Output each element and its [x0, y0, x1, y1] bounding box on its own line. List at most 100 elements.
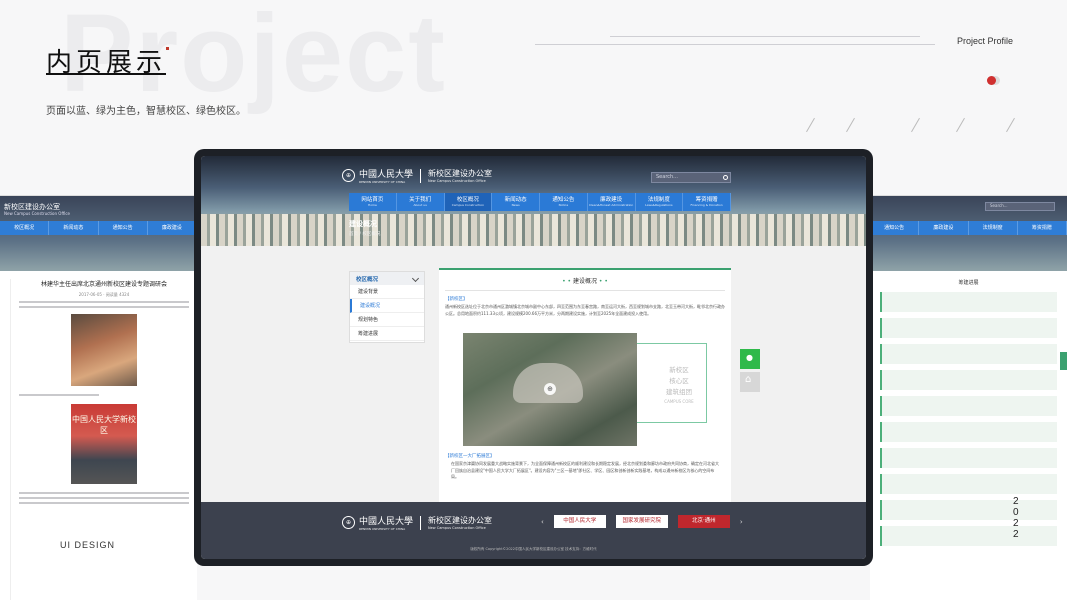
toggle-switch[interactable] [987, 76, 1000, 85]
right-preview-header: Search... 通知公告 廉政建设 法规制度 筹资捐赠 [870, 196, 1067, 271]
caption-line: 核心区 [669, 377, 689, 385]
progress-item[interactable] [880, 318, 1057, 338]
search-placeholder: Search... [990, 203, 1008, 208]
text-line [19, 497, 189, 499]
right-search-input[interactable]: Search... [985, 202, 1055, 211]
left-nav-item[interactable]: 通知公告 [99, 221, 148, 235]
article-photo: 中国人民大学新校区 [71, 404, 137, 484]
nav-label: 新闻动态 [504, 197, 527, 203]
side-menu-item[interactable]: 规划特色 [350, 313, 424, 327]
nav-item-news[interactable]: 新闻动态 News [492, 193, 540, 211]
deco-slash [846, 117, 855, 133]
nav-item-integrity[interactable]: 廉政建设 Clean&Honest Administration [588, 193, 636, 211]
title-underline [46, 73, 166, 75]
nav-item-notice[interactable]: 通知公告 Notice [540, 193, 588, 211]
left-nav-item[interactable]: 廉政建设 [148, 221, 197, 235]
nav-label-en: Home [367, 203, 377, 207]
deco-line [535, 44, 935, 45]
text-line [19, 394, 99, 396]
content-title-text: 建设概况 [572, 278, 597, 285]
university-name-en: RENMIN UNIVERSITY OF CHINA [359, 180, 406, 184]
deco-slash [956, 117, 965, 133]
title-accent-dot [166, 47, 169, 50]
chevron-right-icon[interactable]: › [740, 518, 743, 526]
search-input[interactable]: Search... [651, 172, 731, 183]
nav-item-campus[interactable]: 校区概况 Campus Construction [444, 193, 493, 211]
nav-label: 校区概况 [456, 197, 479, 203]
progress-item[interactable] [880, 396, 1057, 416]
friend-link[interactable]: 北京·通州 [677, 515, 730, 528]
progress-item[interactable] [880, 500, 1057, 520]
nav-label-en: Campus Construction [451, 203, 485, 207]
progress-item[interactable] [880, 422, 1057, 442]
content-panel: • • 建设概况 • • 【新校区】 通州新校区选址位于北京市通州区潞城镇北京城… [439, 268, 731, 508]
caption-en: CAMPUS CORE [664, 399, 694, 404]
text-line [19, 301, 189, 303]
search-icon[interactable] [723, 175, 728, 180]
nav-label: 通知公告 [552, 197, 575, 203]
footer-logo[interactable]: ⊕ 中國人民大學 RENMIN UNIVERSITY OF CHINA 新校区建… [342, 514, 492, 531]
progress-item[interactable] [880, 292, 1057, 312]
progress-item[interactable] [880, 448, 1057, 468]
friend-link[interactable]: 国家发展研究院 [615, 515, 668, 528]
logo-divider [420, 168, 422, 183]
deco-slash [911, 117, 920, 133]
wechat-icon[interactable] [740, 349, 760, 369]
copyright: 版权所有 Copyright©2022中国人民大学新校区建设办公室 技术支持：方… [470, 547, 597, 551]
nav-label-en: Laws&Regulations [645, 203, 673, 207]
right-section-heading: 筹建进展 [958, 280, 979, 286]
showcase-slide: Project 内页展示 页面以蓝、绿为主色，智慧校区、绿色校区。 Projec… [0, 0, 1067, 600]
right-nav-item[interactable]: 廉政建设 [919, 221, 969, 235]
page-subtitle: 页面以蓝、绿为主色，智慧校区、绿色校区。 [46, 106, 246, 117]
site-logo[interactable]: ⊕ 中國人民大學 RENMIN UNIVERSITY OF CHINA 新校区建… [342, 167, 492, 184]
year-digit: 2 [1013, 518, 1019, 529]
chevron-left-icon[interactable]: ‹ [541, 518, 544, 526]
side-menu-item[interactable]: 筹建进展 [350, 327, 424, 341]
text-line [19, 492, 189, 494]
side-tab[interactable] [1060, 352, 1067, 370]
progress-item[interactable] [880, 474, 1057, 494]
left-office-en: New Campus Construction Office [4, 211, 70, 216]
university-name: 中國人民大學 [359, 170, 414, 180]
article-title[interactable]: 林建华主任出席北京通州新校区建设专题调研会 [11, 279, 197, 288]
nav-item-home[interactable]: 网站首页 Home [349, 193, 397, 211]
left-nav-item[interactable]: 校区概况 [0, 221, 50, 235]
friend-link[interactable]: 中国人民大学 [553, 515, 606, 528]
progress-item[interactable] [880, 344, 1057, 364]
left-nav: 校区概况 新闻动态 通知公告 廉政建设 [0, 221, 197, 235]
university-name: 中國人民大學 [359, 517, 414, 527]
text-line [19, 306, 189, 308]
office-name-en: New Campus Construction Office [428, 526, 486, 530]
zoom-icon[interactable]: ⊕ [544, 383, 556, 395]
year-digit: 0 [1013, 507, 1019, 518]
page-heading: 建设概况 [349, 220, 377, 228]
nav-item-regulations[interactable]: 法规制度 Laws&Regulations [636, 193, 684, 211]
deco-slash [806, 117, 815, 133]
year-vertical: 2 0 2 2 [1013, 496, 1019, 540]
breadcrumb[interactable]: 首页 / 校区概况 [349, 231, 380, 237]
main-nav: 网站首页 Home 关于我们 About us 校区概况 Campus Constru… [349, 193, 731, 211]
right-nav-item[interactable]: 筹资捐赠 [1018, 221, 1067, 235]
paragraph: 在国家京津冀协同发展重大战略实施背景下，为全面保障通州新校区的顺利建设和长期稳定… [451, 461, 719, 479]
campus-aerial-image[interactable]: ⊕ [463, 333, 637, 446]
deco-slash [1006, 117, 1015, 133]
university-seal-icon: ⊕ [342, 516, 355, 529]
right-nav-item[interactable]: 通知公告 [870, 221, 920, 235]
home-icon[interactable] [740, 372, 760, 392]
search-placeholder: Search... [656, 174, 678, 180]
side-menu-title[interactable]: 校区概况 [350, 272, 424, 285]
progress-item[interactable] [880, 526, 1057, 546]
side-menu-item[interactable]: 建设背景 [350, 285, 424, 299]
nav-item-donation[interactable]: 筹资捐赠 Financing & Donation [683, 193, 731, 211]
article-meta: 2017-06-05 · 阅读量 4324 [78, 292, 130, 297]
toggle-knob-icon [987, 76, 996, 85]
nav-item-about[interactable]: 关于我们 About us [397, 193, 445, 211]
logo-divider [420, 515, 422, 530]
right-nav-item[interactable]: 法规制度 [969, 221, 1018, 235]
progress-item[interactable] [880, 370, 1057, 390]
side-menu-item-active[interactable]: 建设概况 [350, 299, 424, 313]
left-nav-item[interactable]: 新闻动态 [49, 221, 99, 235]
friend-links: ‹ 中国人民大学 国家发展研究院 北京·通州 › [541, 515, 743, 528]
text-line [19, 502, 189, 504]
right-preview-page: Search... 通知公告 廉政建设 法规制度 筹资捐赠 筹建进展 [870, 195, 1067, 600]
